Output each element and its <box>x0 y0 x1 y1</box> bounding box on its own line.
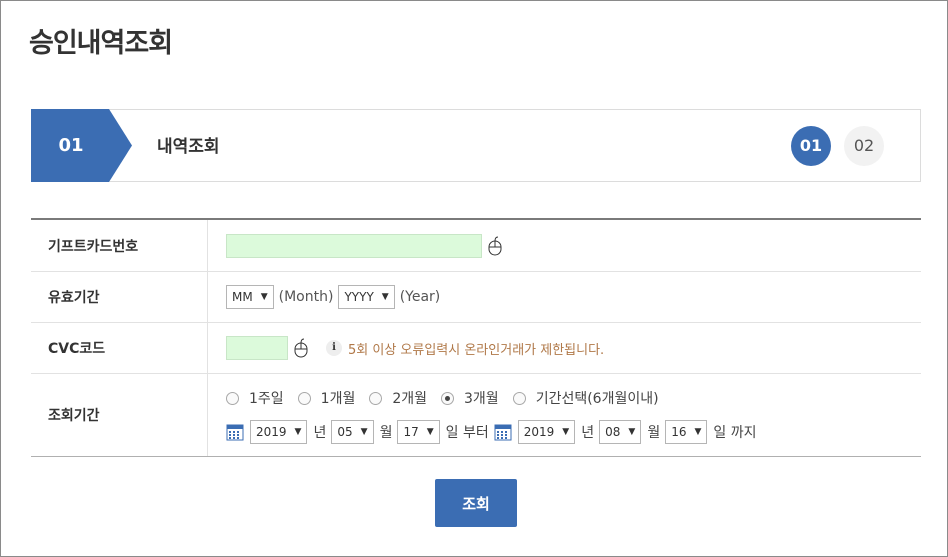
calendar-icon[interactable] <box>226 423 244 441</box>
chevron-down-icon: ▼ <box>426 427 434 437</box>
expiry-month-value: MM <box>232 290 253 304</box>
period-option-3-months[interactable]: 3개월 <box>441 388 499 408</box>
radio-button-selected[interactable] <box>441 391 455 405</box>
end-day-select[interactable]: 16 ▼ <box>665 420 708 444</box>
period-label: 조회기간 <box>31 374 208 456</box>
page-title: 승인내역조회 <box>29 28 173 59</box>
end-year-value: 2019 <box>523 425 555 439</box>
chevron-down-icon: ▼ <box>381 292 389 302</box>
period-option-1-week[interactable]: 1주일 <box>226 388 284 408</box>
current-step-name: 내역조회 <box>157 137 220 157</box>
chevron-down-icon: ▼ <box>694 427 702 437</box>
expiry-row: 유효기간 MM ▼ (Month) YYYY ▼ (Year) <box>31 272 921 323</box>
day-from-unit: 일 부터 <box>445 425 489 441</box>
radio-label: 1개월 <box>320 391 356 407</box>
inquiry-form: 기프트카드번호 유효기간 MM ▼ (Month) YYYY ▼ (Year) … <box>31 218 921 457</box>
radio-button[interactable] <box>226 391 239 405</box>
info-icon: i <box>326 340 342 356</box>
cvc-row: CVC코드 i 5회 이상 오류입력시 온라인거래가 제한됩니다. <box>31 323 921 374</box>
expiry-value-cell: MM ▼ (Month) YYYY ▼ (Year) <box>208 272 921 322</box>
expiry-month-select[interactable]: MM ▼ <box>226 285 274 309</box>
start-month-value: 05 <box>337 425 353 439</box>
radio-label: 1주일 <box>249 391 284 407</box>
chevron-down-icon: ▼ <box>628 427 636 437</box>
expiry-year-value: YYYY <box>344 290 374 304</box>
date-range: 2019 ▼ 년 05 ▼ 월 17 ▼ 일 부터 2019 ▼ 년 08 ▼ … <box>226 420 762 444</box>
end-month-value: 08 <box>605 425 621 439</box>
cvc-warning-text: 5회 이상 오류입력시 온라인거래가 제한됩니다. <box>348 342 605 358</box>
year-unit: 년 <box>313 425 327 441</box>
month-unit: 월 <box>647 425 661 441</box>
month-suffix: (Month) <box>278 289 334 305</box>
chevron-down-icon: ▼ <box>260 292 268 302</box>
gift-card-row: 기프트카드번호 <box>31 220 921 272</box>
year-unit: 년 <box>581 425 595 441</box>
chevron-down-icon: ▼ <box>360 427 368 437</box>
period-value-cell: 1주일 1개월 2개월 3개월 기간선택(6개월이내) 2019 ▼ 년 05 … <box>208 374 921 456</box>
radio-button[interactable] <box>512 391 526 405</box>
mouse-icon[interactable] <box>488 236 502 256</box>
cvc-value-cell: i 5회 이상 오류입력시 온라인거래가 제한됩니다. <box>208 323 921 373</box>
period-radio-group: 1주일 1개월 2개월 3개월 기간선택(6개월이내) <box>226 386 673 410</box>
cvc-label: CVC코드 <box>31 323 208 373</box>
step-indicator-2: 02 <box>844 126 884 166</box>
start-day-value: 17 <box>403 425 419 439</box>
cvc-input[interactable] <box>226 336 288 360</box>
expiry-year-select[interactable]: YYYY ▼ <box>338 285 395 309</box>
radio-button[interactable] <box>369 391 383 405</box>
search-button[interactable]: 조회 <box>435 479 517 527</box>
radio-label: 3개월 <box>464 391 499 407</box>
end-day-value: 16 <box>671 425 687 439</box>
period-option-1-month[interactable]: 1개월 <box>297 388 356 408</box>
calendar-icon[interactable] <box>494 423 512 441</box>
step-indicator-1: 01 <box>791 126 831 166</box>
radio-label: 2개월 <box>392 391 428 407</box>
start-day-select[interactable]: 17 ▼ <box>397 420 440 444</box>
chevron-down-icon: ▼ <box>562 427 570 437</box>
gift-card-label: 기프트카드번호 <box>31 220 208 271</box>
day-to-unit: 일 까지 <box>713 425 757 441</box>
chevron-down-icon: ▼ <box>294 427 302 437</box>
page-frame: 승인내역조회 01 내역조회 01 02 기프트카드번호 유효기간 MM ▼ (… <box>0 0 948 557</box>
step-bar: 01 내역조회 01 02 <box>31 109 921 182</box>
period-option-custom[interactable]: 기간선택(6개월이내) <box>512 388 659 408</box>
start-year-select[interactable]: 2019 ▼ <box>250 420 308 444</box>
radio-button[interactable] <box>297 391 311 405</box>
end-month-select[interactable]: 08 ▼ <box>599 420 642 444</box>
start-month-select[interactable]: 05 ▼ <box>331 420 374 444</box>
month-unit: 월 <box>379 425 393 441</box>
end-year-select[interactable]: 2019 ▼ <box>517 420 576 444</box>
expiry-label: 유효기간 <box>31 272 208 322</box>
start-year-value: 2019 <box>256 425 287 439</box>
mouse-icon[interactable] <box>294 338 308 358</box>
gift-card-number-input[interactable] <box>226 233 482 258</box>
period-option-2-months[interactable]: 2개월 <box>369 388 427 408</box>
period-row: 조회기간 1주일 1개월 2개월 3개월 기간선택(6개월이내) 2019 ▼ … <box>31 374 921 456</box>
year-suffix: (Year) <box>399 289 441 305</box>
current-step-number: 01 <box>58 135 84 156</box>
radio-label: 기간선택(6개월이내) <box>535 391 659 407</box>
gift-card-value-cell <box>208 220 921 271</box>
